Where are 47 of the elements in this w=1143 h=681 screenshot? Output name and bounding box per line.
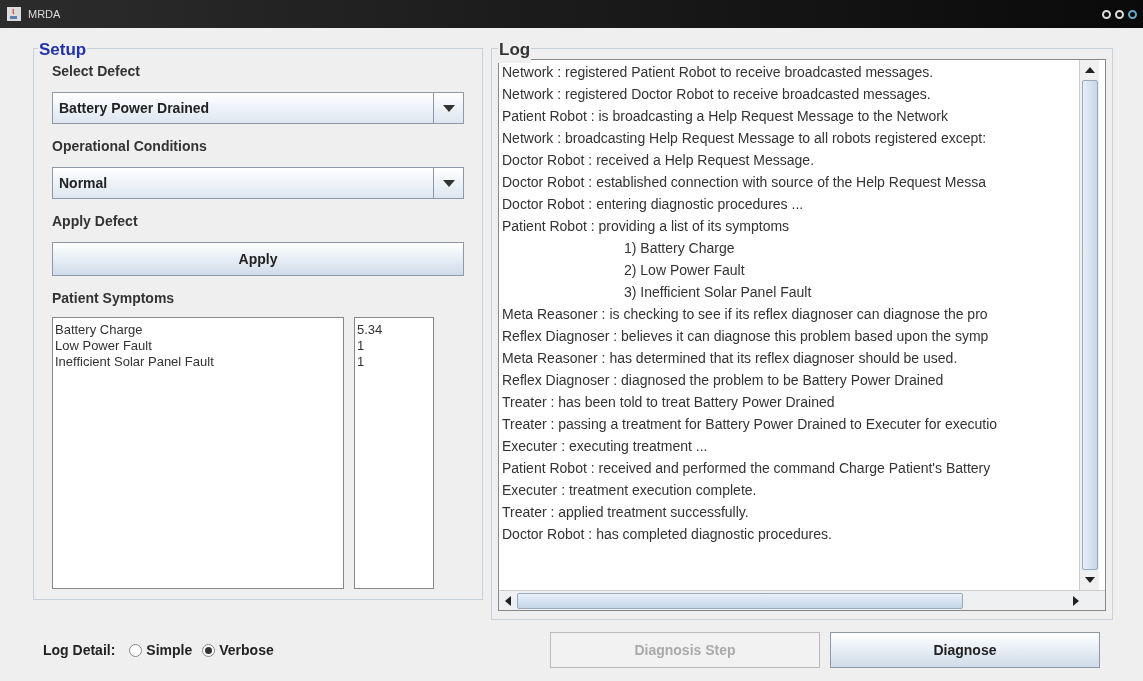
vertical-scrollbar[interactable] [1079, 60, 1099, 590]
list-item[interactable]: Low Power Fault [55, 338, 341, 354]
radio-icon [202, 643, 216, 657]
arrow-left-icon[interactable] [505, 595, 511, 606]
log-line: 2) Low Power Fault [623, 261, 746, 280]
radio-option[interactable]: Verbose [202, 639, 274, 661]
log-line: Reflex Diagnoser : diagnosed the problem to be Battery Power Drained [502, 371, 945, 390]
log-line: Network : registered Patient Robot to receive broadcasted messages. [502, 63, 935, 82]
horizontal-scroll-thumb[interactable] [517, 592, 963, 609]
log-line: Patient Robot : providing a list of its symptoms [502, 217, 791, 236]
field-label: Operational Conditions [52, 137, 208, 156]
diagnose-button[interactable]: Diagnose [830, 632, 1100, 668]
log-line: Treater : passing a treatment for Battery Power Drained to Executer for executio [502, 415, 999, 434]
log-line: Patient Robot : is broadcasting a Help Request Message to the Network [502, 107, 949, 126]
log-detail-label: Log Detail: [43, 640, 116, 660]
log-line: Meta Reasoner : has determined that its reflex diagnoser should be used. [502, 349, 959, 368]
log-line: 1) Battery Charge [623, 239, 736, 258]
list-item[interactable]: 1 [357, 338, 431, 354]
field-label: Select Defect [52, 62, 141, 81]
log-line: Patient Robot : received and performed the command Charge Patient's Battery [502, 459, 992, 478]
log-line: Executer : treatment execution complete. [502, 481, 758, 500]
log-line: Treater : applied treatment successfully. [502, 503, 750, 522]
apply-button[interactable]: Apply [52, 242, 464, 276]
log-line: Doctor Robot : has completed diagnostic procedures. [502, 525, 833, 544]
list-item[interactable]: Inefficient Solar Panel Fault [55, 354, 341, 370]
log-line: Treater : has been told to treat Battery Power Drained [502, 393, 836, 412]
radio-option[interactable]: Simple [129, 639, 193, 661]
log-line: Doctor Robot : established connection with source of the Help Request Messa [502, 173, 988, 192]
log-line: Executer : executing treatment ... [502, 437, 709, 456]
scroll-thumb[interactable] [1081, 80, 1098, 570]
log-line: Network : registered Doctor Robot to receive broadcasted messages. [502, 85, 932, 104]
arrow-down-icon[interactable] [1084, 577, 1095, 583]
field-label: Apply Defect [52, 212, 139, 231]
log-line: Doctor Robot : received a Help Request Message. [502, 151, 816, 170]
radio-icon [129, 643, 143, 657]
arrow-up-icon[interactable] [1084, 67, 1095, 73]
log-line: 3) Inefficient Solar Panel Fault [623, 283, 813, 302]
log-line: Meta Reasoner : is checking to see if its reflex diagnoser can diagnose the pro [502, 305, 989, 324]
list-item[interactable]: Battery Charge [55, 322, 341, 338]
log-line: Reflex Diagnoser : believes it can diagnose this problem based upon the symp [502, 327, 990, 346]
arrow-right-icon[interactable] [1073, 595, 1079, 606]
list-item[interactable]: 5.34 [357, 322, 431, 338]
field-label: Patient Symptoms [52, 289, 176, 308]
window-title: MRDA [28, 6, 61, 22]
log-line: Doctor Robot : entering diagnostic procedures ... [502, 195, 805, 214]
log-line: Network : broadcasting Help Request Message to all robots registered except: [502, 129, 988, 148]
list-item[interactable]: 1 [357, 354, 431, 370]
